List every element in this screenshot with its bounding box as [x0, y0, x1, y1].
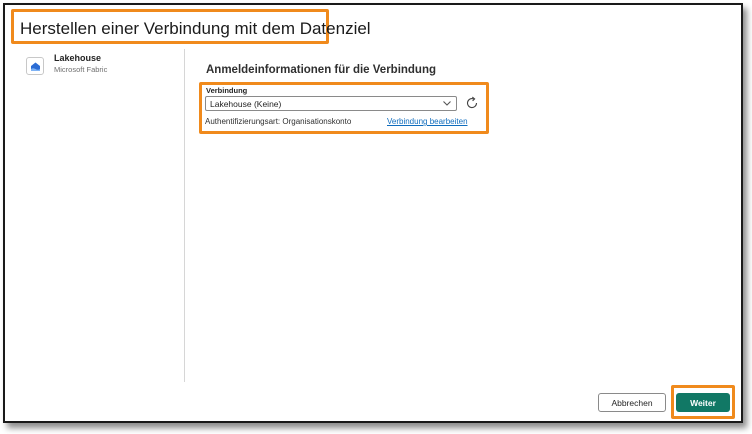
connection-label: Verbindung: [206, 86, 248, 95]
credentials-heading: Anmeldeinformationen für die Verbindung: [206, 64, 437, 76]
edit-connection-link[interactable]: Verbindung bearbeiten: [387, 117, 468, 126]
chevron-down-icon: [443, 101, 451, 106]
refresh-icon[interactable]: [465, 96, 479, 110]
dialog: Herstellen einer Verbindung mit dem Date…: [3, 3, 743, 423]
destination-subtitle: Microsoft Fabric: [54, 65, 108, 74]
destination-name: Lakehouse: [54, 53, 102, 63]
lakehouse-icon: [26, 57, 44, 75]
cancel-button[interactable]: Abbrechen: [598, 393, 666, 412]
dialog-title: Herstellen einer Verbindung mit dem Date…: [20, 19, 371, 38]
destination-item-lakehouse[interactable]: Lakehouse Microsoft Fabric: [20, 49, 180, 77]
next-button[interactable]: Weiter: [676, 393, 730, 412]
pane-divider: [184, 49, 185, 382]
destination-list: Lakehouse Microsoft Fabric: [20, 49, 180, 77]
auth-type-text: Authentifizierungsart: Organisationskont…: [205, 117, 352, 126]
connection-value: Lakehouse (Keine): [210, 99, 282, 109]
connection-dropdown[interactable]: Lakehouse (Keine): [205, 96, 457, 111]
